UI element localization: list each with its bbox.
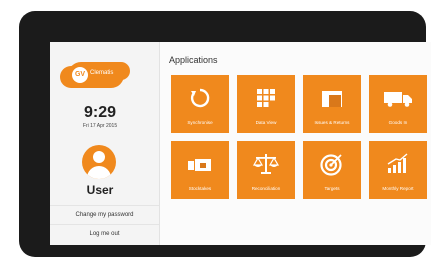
tile-data-view[interactable]: Data View xyxy=(237,75,295,133)
tile-label: Targets xyxy=(324,186,340,191)
tile-monthly-report[interactable]: Monthly Report xyxy=(369,141,427,199)
tile-label: Stocktakes xyxy=(188,186,212,191)
avatar-shoulders xyxy=(87,166,111,179)
tile-issues-returns[interactable]: Issues & Returns xyxy=(303,75,361,133)
tablet-frame: GV Clematis 9:29 Fri 17 Apr 2015 User Ch… xyxy=(19,11,431,257)
applications-grid: Synchronise Data View Issues & Returns G… xyxy=(171,75,427,199)
logo-text: Clematis xyxy=(90,70,114,76)
tile-label: Synchronise xyxy=(187,120,213,125)
app-screen: GV Clematis 9:29 Fri 17 Apr 2015 User Ch… xyxy=(50,42,431,245)
tile-reconciliation[interactable]: Reconciliation xyxy=(237,141,295,199)
sidebar: GV Clematis 9:29 Fri 17 Apr 2015 User Ch… xyxy=(50,42,160,245)
page-title: Applications xyxy=(169,55,218,65)
logo-mark: GV xyxy=(72,67,88,83)
tile-label: Data View xyxy=(255,120,277,125)
tile-stocktakes[interactable]: Stocktakes xyxy=(171,141,229,199)
tile-label: Goods In xyxy=(388,120,408,125)
stock-icon xyxy=(171,152,229,176)
user-avatar-icon xyxy=(82,145,116,179)
change-password-link[interactable]: Change my password xyxy=(50,205,159,224)
username: User xyxy=(86,183,114,197)
tile-label: Issues & Returns xyxy=(314,120,350,125)
grid-icon xyxy=(237,86,295,110)
clock-time: 9:29 xyxy=(83,104,117,121)
tile-label: Monthly Report xyxy=(382,186,414,191)
brand-logo: GV Clematis xyxy=(68,62,124,88)
scales-icon xyxy=(237,152,295,176)
clock-date: Fri 17 Apr 2015 xyxy=(82,123,118,129)
logout-link[interactable]: Log me out xyxy=(50,224,159,243)
tile-synchronise[interactable]: Synchronise xyxy=(171,75,229,133)
avatar-head xyxy=(93,151,105,163)
box-icon xyxy=(303,86,361,110)
target-icon xyxy=(303,152,361,176)
tile-targets[interactable]: Targets xyxy=(303,141,361,199)
sync-icon xyxy=(171,86,229,110)
truck-icon xyxy=(369,86,427,110)
bar-chart-icon xyxy=(369,152,427,176)
tile-goods-in[interactable]: Goods In xyxy=(369,75,427,133)
tile-label: Reconciliation xyxy=(251,186,281,191)
